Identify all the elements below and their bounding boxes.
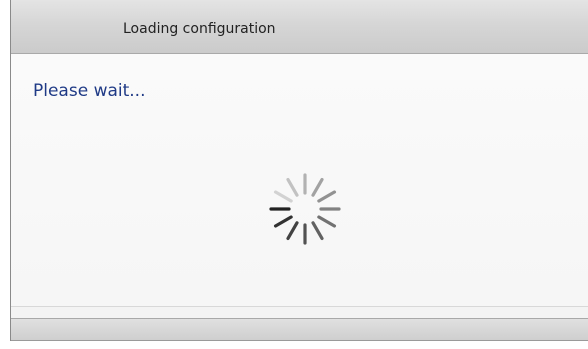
window-title: Loading configuration: [123, 21, 276, 37]
spinner-segment: [286, 221, 299, 241]
loading-dialog: Loading configuration Please wait...: [10, 0, 588, 341]
loading-spinner-icon: [269, 173, 341, 245]
dialog-content: Please wait...: [11, 54, 588, 306]
spinner-segment: [311, 221, 324, 241]
status-bar: [11, 318, 588, 341]
please-wait-message: Please wait...: [33, 81, 146, 101]
spinner-segment: [273, 215, 293, 228]
spinner-segment: [286, 177, 299, 197]
spinner-segment: [317, 215, 337, 228]
title-bar[interactable]: Loading configuration: [11, 0, 588, 54]
spinner-segment: [317, 190, 337, 203]
spinner-segment: [273, 190, 293, 203]
footer-spacer: [11, 307, 588, 318]
spinner-segment: [311, 177, 324, 197]
